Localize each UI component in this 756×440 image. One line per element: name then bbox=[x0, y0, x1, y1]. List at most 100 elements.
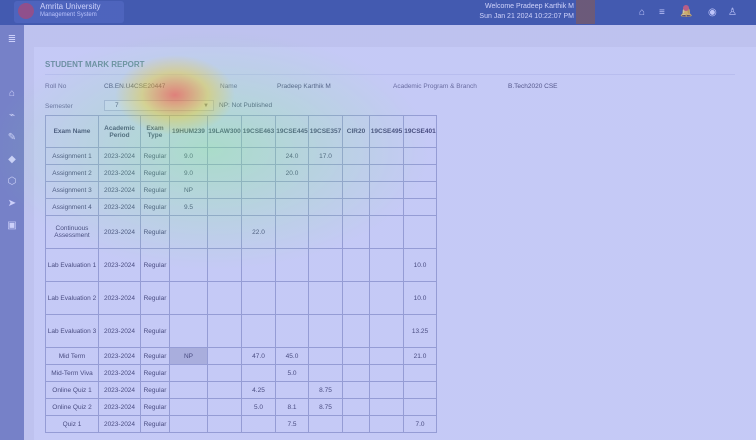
user-icon[interactable]: ♙ bbox=[728, 7, 737, 18]
col-19cse401: 19CSE401 bbox=[403, 115, 437, 148]
table-cell: 45.0 bbox=[275, 347, 309, 365]
table-cell bbox=[207, 181, 242, 199]
table-cell bbox=[369, 164, 404, 182]
home-icon[interactable]: ⌂ bbox=[639, 7, 645, 18]
table-cell: Regular bbox=[140, 248, 170, 282]
col-academic-period: Academic Period bbox=[98, 115, 141, 148]
table-cell bbox=[207, 398, 242, 416]
app-logo[interactable]: Amrita University Management System bbox=[14, 1, 124, 23]
table-cell bbox=[369, 415, 404, 433]
table-cell: 2023-2024 bbox=[98, 381, 141, 399]
sidebar-edit-icon[interactable]: ✎ bbox=[5, 131, 19, 145]
menu-icon[interactable]: ≡ bbox=[659, 7, 665, 18]
table-cell: 4.25 bbox=[241, 381, 276, 399]
sidebar: ≣ ⌂ ⌁ ✎ ◆ ⬡ ➤ ▣ bbox=[0, 25, 24, 440]
table-cell bbox=[308, 415, 343, 433]
table-cell bbox=[342, 364, 370, 382]
top-navigation-bar: Amrita University Management System Welc… bbox=[0, 0, 756, 25]
table-cell: 7.0 bbox=[403, 415, 437, 433]
sidebar-shield-icon[interactable]: ⬡ bbox=[5, 175, 19, 189]
table-cell bbox=[241, 364, 276, 382]
table-cell bbox=[241, 181, 276, 199]
table-cell bbox=[275, 314, 309, 348]
table-cell bbox=[403, 198, 437, 216]
exam-name-cell: Lab Evaluation 3 bbox=[45, 314, 99, 348]
col-19hum239: 19HUM239 bbox=[169, 115, 208, 148]
table-cell: Regular bbox=[140, 398, 170, 416]
table-cell bbox=[169, 248, 208, 282]
table-cell: NP bbox=[169, 181, 208, 199]
table-cell: 2023-2024 bbox=[98, 215, 141, 249]
chevron-down-icon: ▼ bbox=[203, 103, 209, 109]
table-cell bbox=[169, 381, 208, 399]
table-cell bbox=[342, 415, 370, 433]
table-cell bbox=[207, 215, 242, 249]
table-cell bbox=[207, 281, 242, 315]
page-title: STUDENT MARK REPORT bbox=[45, 60, 145, 69]
table-cell: 2023-2024 bbox=[98, 281, 141, 315]
table-cell bbox=[369, 281, 404, 315]
table-row: Lab Evaluation 3 2023-2024 Regular 13.25 bbox=[45, 314, 437, 348]
logo-emblem-icon bbox=[18, 3, 34, 19]
semester-selected-value: 7 bbox=[115, 102, 119, 109]
sidebar-cart-icon[interactable]: ⌁ bbox=[5, 109, 19, 123]
table-cell bbox=[403, 215, 437, 249]
table-cell: 22.0 bbox=[241, 215, 276, 249]
table-cell bbox=[342, 347, 370, 365]
table-cell: 2023-2024 bbox=[98, 147, 141, 165]
table-cell: Regular bbox=[140, 347, 170, 365]
exam-name-cell: Lab Evaluation 2 bbox=[45, 281, 99, 315]
semester-select[interactable]: 7 ▼ bbox=[104, 100, 214, 111]
col-19cse445: 19CSE445 bbox=[275, 115, 309, 148]
table-cell bbox=[369, 347, 404, 365]
table-cell bbox=[369, 147, 404, 165]
table-cell: 13.25 bbox=[403, 314, 437, 348]
table-cell bbox=[241, 314, 276, 348]
table-row: Lab Evaluation 1 2023-2024 Regular 10.0 bbox=[45, 248, 437, 282]
sidebar-send-icon[interactable]: ➤ bbox=[5, 197, 19, 211]
table-cell: 2023-2024 bbox=[98, 398, 141, 416]
avatar[interactable] bbox=[576, 0, 595, 24]
table-cell bbox=[241, 248, 276, 282]
table-cell bbox=[342, 314, 370, 348]
globe-icon[interactable]: ◉ bbox=[708, 7, 717, 18]
table-cell: Regular bbox=[140, 314, 170, 348]
table-cell bbox=[207, 381, 242, 399]
table-cell bbox=[369, 364, 404, 382]
table-cell: Regular bbox=[140, 364, 170, 382]
exam-name-cell: Mid Term bbox=[45, 347, 99, 365]
table-cell bbox=[241, 281, 276, 315]
table-cell: 2023-2024 bbox=[98, 364, 141, 382]
table-header-row: Exam Name Academic Period Exam Type 19HU… bbox=[45, 115, 437, 148]
table-cell: 5.0 bbox=[241, 398, 276, 416]
table-cell: 9.0 bbox=[169, 164, 208, 182]
table-cell: 5.0 bbox=[275, 364, 309, 382]
table-row: Assignment 3 2023-2024 Regular NP bbox=[45, 181, 437, 199]
table-cell bbox=[308, 198, 343, 216]
table-row: Online Quiz 1 2023-2024 Regular 4.25 8.75 bbox=[45, 381, 437, 399]
exam-name-cell: Assignment 2 bbox=[45, 164, 99, 182]
table-cell bbox=[342, 215, 370, 249]
table-cell: 9.5 bbox=[169, 198, 208, 216]
roll-label: Roll No bbox=[45, 83, 67, 90]
table-cell bbox=[369, 398, 404, 416]
exam-name-cell: Lab Evaluation 1 bbox=[45, 248, 99, 282]
table-cell bbox=[308, 347, 343, 365]
table-cell bbox=[308, 314, 343, 348]
table-cell bbox=[403, 398, 437, 416]
marks-table: Exam Name Academic Period Exam Type 19HU… bbox=[45, 115, 437, 433]
welcome-text: Welcome Pradeep Karthik M bbox=[485, 3, 574, 10]
table-cell: 8.75 bbox=[308, 381, 343, 399]
table-cell bbox=[241, 164, 276, 182]
table-cell bbox=[169, 314, 208, 348]
table-cell bbox=[369, 215, 404, 249]
sidebar-award-icon[interactable]: ◆ bbox=[5, 153, 19, 167]
sidebar-briefcase-icon[interactable]: ▣ bbox=[5, 219, 19, 233]
table-cell: 24.0 bbox=[275, 147, 309, 165]
table-cell bbox=[403, 164, 437, 182]
sidebar-toggle-icon[interactable]: ≣ bbox=[5, 33, 19, 47]
table-cell bbox=[169, 415, 208, 433]
sidebar-home-icon[interactable]: ⌂ bbox=[5, 87, 19, 101]
table-cell bbox=[369, 198, 404, 216]
table-cell: 21.0 bbox=[403, 347, 437, 365]
